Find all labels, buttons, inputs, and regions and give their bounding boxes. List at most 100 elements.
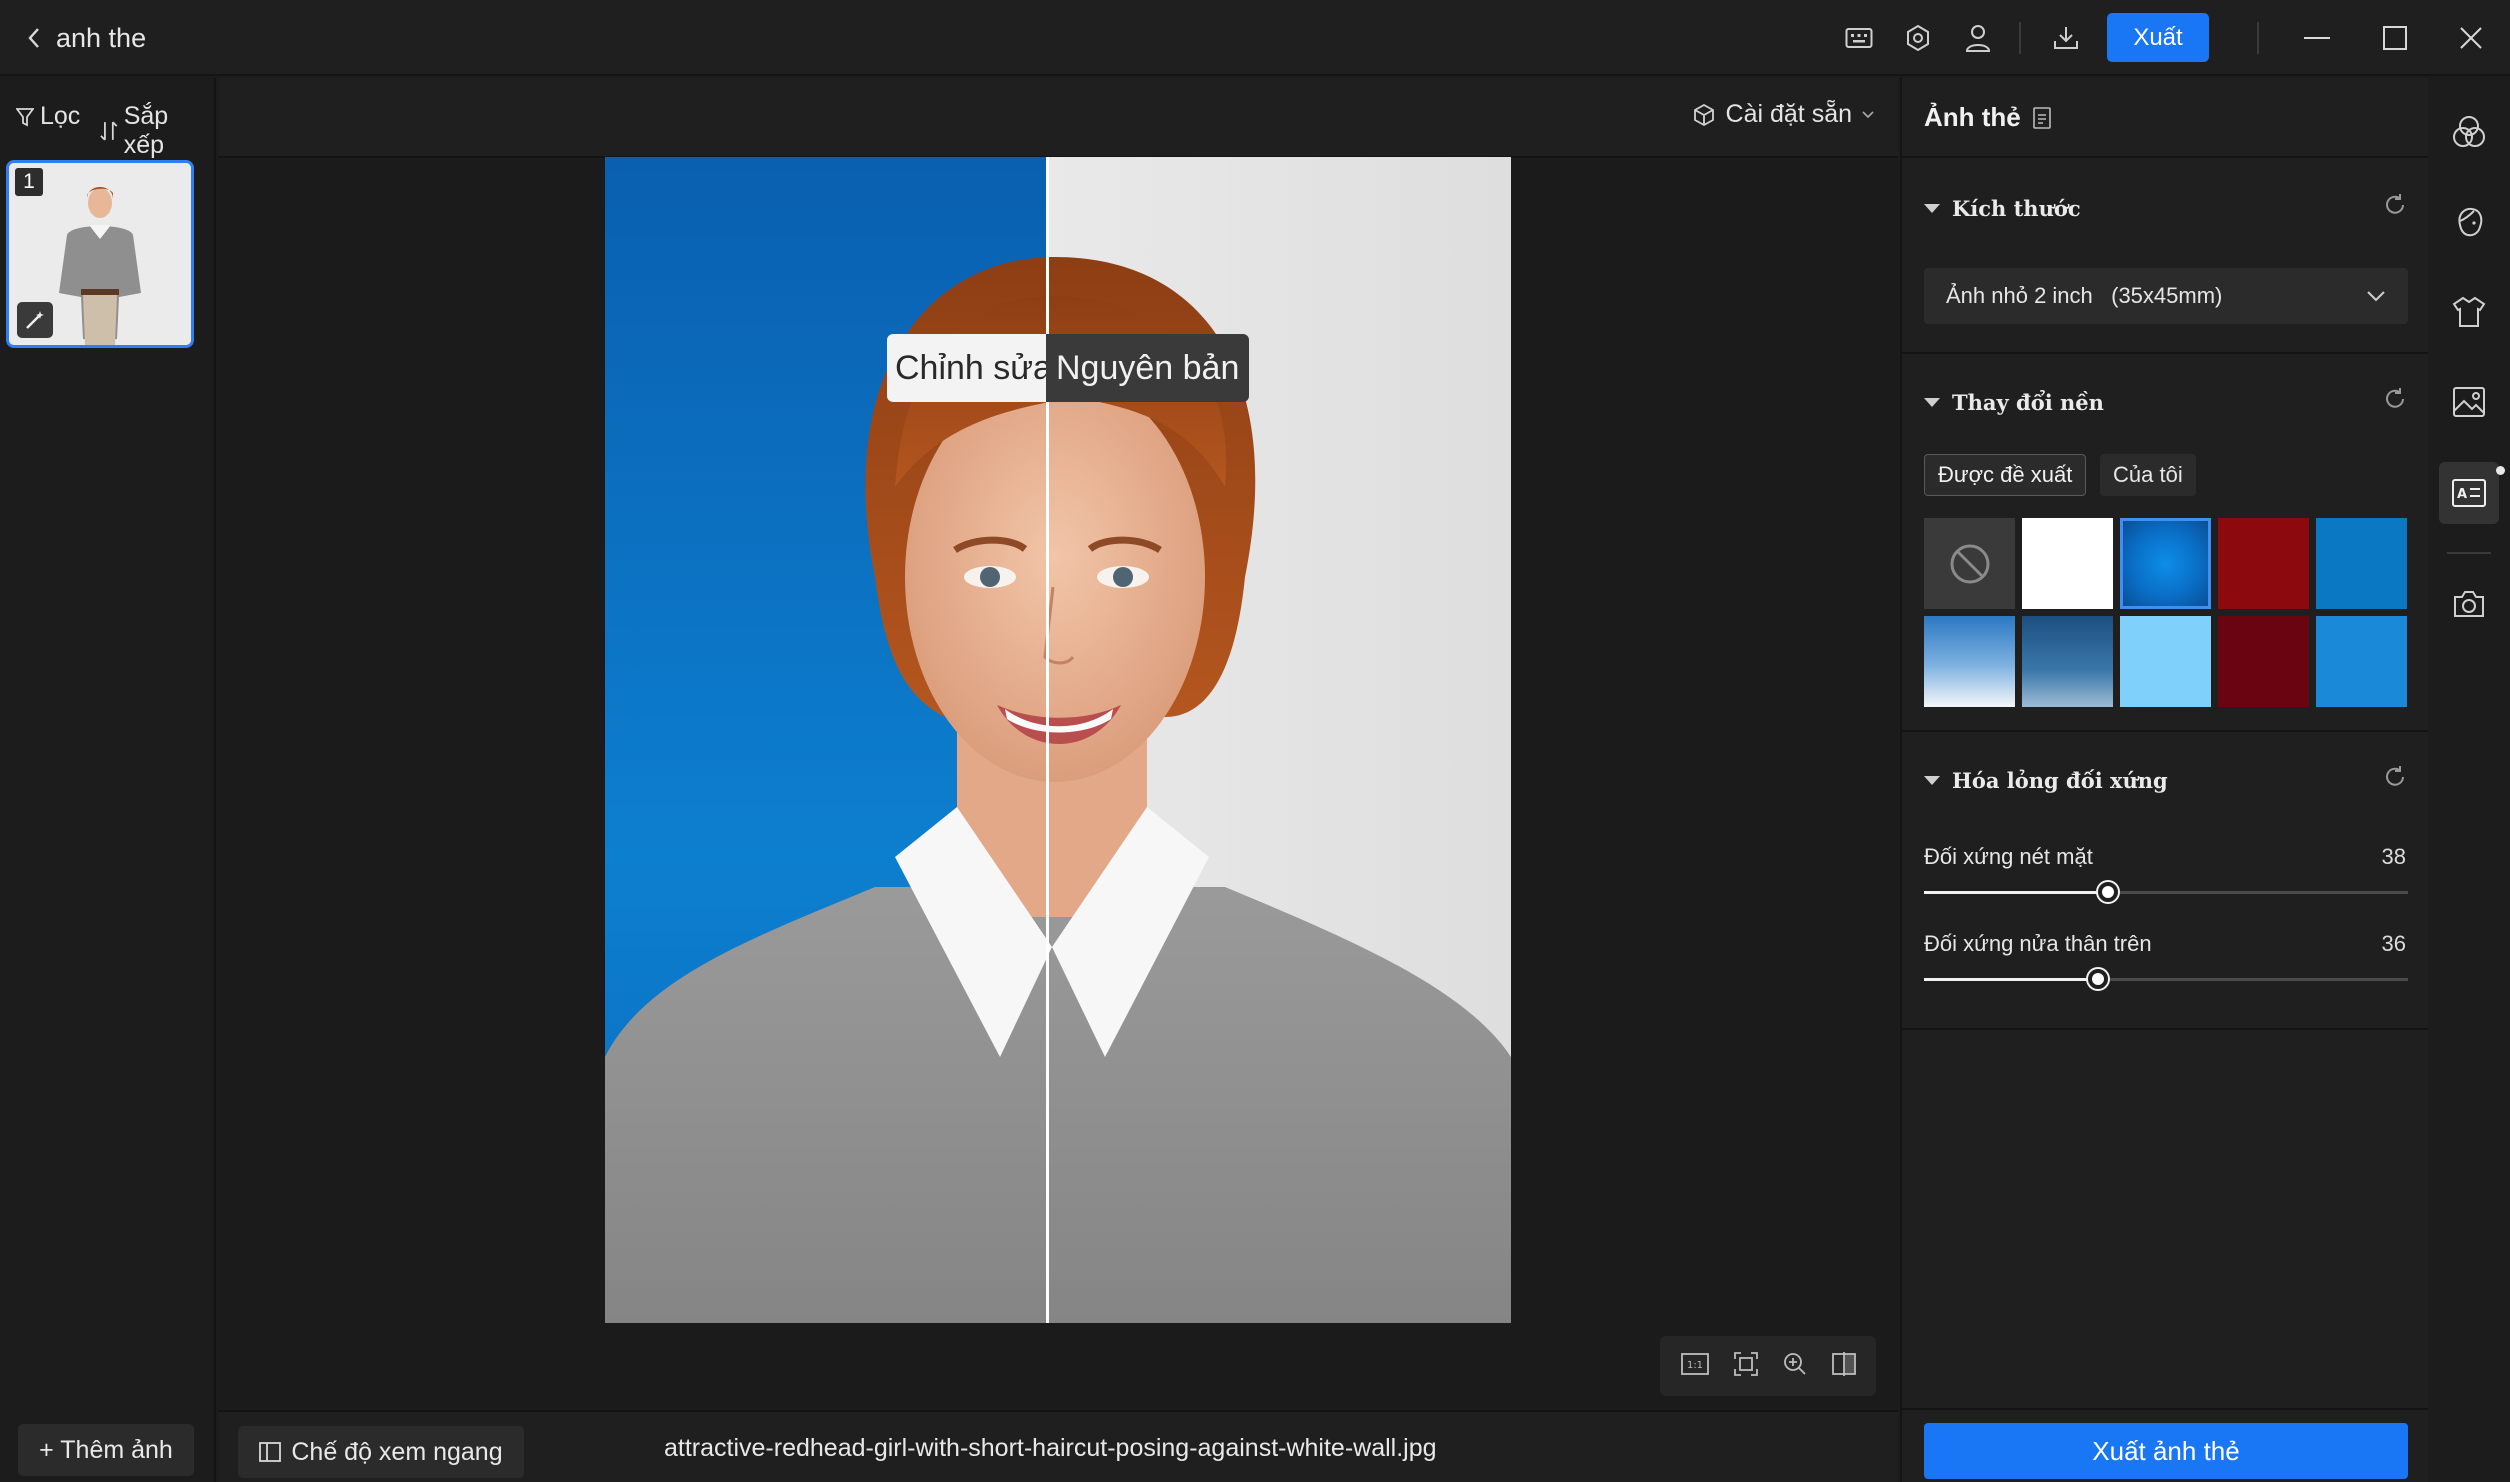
edited-label: Chỉnh sửa — [887, 334, 1060, 402]
upper-body-symmetry-value: 36 — [2381, 931, 2406, 956]
sort-label: Sắp xếp — [123, 102, 169, 159]
swatch-sky-gradient[interactable] — [1924, 616, 2015, 707]
swatch-blue[interactable] — [2316, 518, 2407, 609]
back-button[interactable]: anh the — [26, 18, 146, 58]
preset-label: Cài đặt sẵn — [1725, 100, 1852, 128]
slider-handle[interactable] — [2088, 969, 2108, 989]
caret-down-icon — [1924, 776, 1940, 785]
view-mode-label: Chế độ xem ngang — [291, 1437, 503, 1466]
upper-body-symmetry-slider[interactable] — [1924, 969, 2408, 989]
export-id-photo-button[interactable]: Xuất ảnh thẻ — [1924, 1423, 2408, 1479]
background-heading: Thay đổi nền — [1952, 390, 2104, 415]
sort-button[interactable]: Sắp xếp — [100, 102, 214, 160]
add-photo-button[interactable]: + Thêm ảnh — [18, 1424, 194, 1476]
reset-icon[interactable] — [2382, 192, 2408, 218]
divider — [2447, 552, 2491, 554]
swatch-dark-red[interactable] — [2218, 616, 2309, 707]
reset-icon[interactable] — [2382, 386, 2408, 412]
slider-fill — [1924, 978, 2098, 981]
tool-rail: A — [2428, 78, 2510, 1482]
size-dropdown[interactable]: Ảnh nhỏ 2 inch (35x45mm) — [1924, 268, 2408, 324]
box-icon — [1693, 103, 1714, 126]
swatch-bright-blue[interactable] — [2316, 616, 2407, 707]
divider — [1902, 730, 2430, 732]
chevron-down-icon — [1862, 110, 1874, 118]
face-symmetry-slider[interactable] — [1924, 882, 2408, 902]
project-name: anh the — [56, 22, 147, 53]
chevron-down-icon — [2367, 291, 2385, 302]
symmetry-heading: Hóa lỏng đối xứng — [1952, 768, 2168, 793]
photo-list-panel: Lọc Sắp xếp 1 + Thêm ảnh — [0, 78, 216, 1482]
actual-size-icon[interactable]: 1:1 — [1680, 1352, 1709, 1380]
portrait-photo[interactable] — [605, 157, 1511, 1323]
export-button[interactable]: Xuất — [2107, 13, 2209, 62]
swatch-red[interactable] — [2218, 518, 2309, 609]
size-value: Ảnh nhỏ 2 inch (35x45mm) — [1946, 283, 2223, 308]
file-name: attractive-redhead-girl-with-short-hairc… — [664, 1434, 1437, 1462]
slider-fill — [1924, 891, 2108, 894]
thumbnail-index: 1 — [15, 168, 43, 196]
size-section-header[interactable]: Kích thước — [1924, 196, 2081, 221]
portrait-image — [605, 157, 1511, 1323]
id-card-icon[interactable]: A — [2447, 471, 2491, 515]
panel-title-text: Ảnh thẻ — [1924, 102, 2021, 132]
filter-label: Lọc — [40, 102, 81, 130]
horizontal-view-button[interactable]: Chế độ xem ngang — [238, 1426, 524, 1478]
panel-title: Ảnh thẻ — [1924, 102, 2051, 133]
color-circles-icon[interactable] — [2447, 110, 2491, 154]
divider — [1902, 1028, 2430, 1030]
maximize-icon[interactable] — [2375, 18, 2415, 58]
swatch-blue-radial[interactable] — [2120, 518, 2211, 609]
bottom-bar: Chế độ xem ngang attractive-redhead-girl… — [218, 1410, 1898, 1482]
tab-mine[interactable]: Của tôi — [2100, 454, 2196, 496]
panel-icon — [259, 1442, 282, 1462]
id-photo-panel: Ảnh thẻ Kích thước Ảnh nhỏ 2 inch (35x45… — [1900, 78, 2430, 1482]
swatch-light-blue[interactable] — [2120, 616, 2211, 707]
title-bar: anh the Xuất — [0, 0, 2510, 76]
divider — [1902, 352, 2430, 354]
zoom-in-icon[interactable] — [1783, 1352, 1807, 1381]
caret-down-icon — [1924, 398, 1940, 407]
close-icon[interactable] — [2451, 18, 2491, 58]
user-icon[interactable] — [1958, 18, 1998, 58]
compare-divider[interactable] — [1046, 157, 1049, 1323]
notification-dot — [2496, 466, 2505, 475]
document-icon[interactable] — [2032, 106, 2051, 129]
filter-button[interactable]: Lọc — [16, 102, 80, 131]
divider — [2019, 22, 2021, 54]
camera-icon[interactable] — [2447, 582, 2491, 626]
original-label: Nguyên bản — [1046, 334, 1250, 402]
svg-text:A: A — [2457, 487, 2467, 502]
divider — [1902, 1408, 2430, 1410]
chevron-left-icon — [28, 28, 39, 48]
swatch-none[interactable] — [1924, 518, 2015, 609]
download-icon[interactable] — [2046, 18, 2086, 58]
canvas-toolbar: Cài đặt sẵn — [218, 78, 1898, 158]
keyboard-icon[interactable] — [1839, 18, 1879, 58]
background-section-header[interactable]: Thay đổi nền — [1924, 390, 2104, 415]
minimize-icon[interactable] — [2297, 18, 2337, 58]
no-background-icon — [1950, 544, 1989, 583]
compare-split-icon[interactable] — [1831, 1351, 1856, 1381]
upper-body-symmetry-label: Đối xứng nửa thân trên — [1924, 931, 2152, 956]
settings-icon[interactable] — [1898, 18, 1938, 58]
face-icon[interactable] — [2447, 200, 2491, 244]
tab-recommended[interactable]: Được đề xuất — [1924, 454, 2087, 496]
face-symmetry-value: 38 — [2381, 844, 2406, 869]
filter-icon — [16, 107, 34, 126]
size-heading: Kích thước — [1952, 196, 2081, 221]
swatch-white[interactable] — [2022, 518, 2113, 609]
face-symmetry-label: Đối xứng nét mặt — [1924, 844, 2093, 869]
reset-icon[interactable] — [2382, 764, 2408, 790]
zoom-toolbar: 1:1 — [1660, 1336, 1876, 1396]
shirt-icon[interactable] — [2447, 290, 2491, 334]
slider-handle[interactable] — [2098, 882, 2118, 902]
swatch-steel-gradient[interactable] — [2022, 616, 2113, 707]
preset-dropdown[interactable]: Cài đặt sẵn — [1692, 100, 1874, 129]
photo-thumbnail[interactable]: 1 — [6, 160, 194, 348]
fit-screen-icon[interactable] — [1733, 1351, 1758, 1381]
caret-down-icon — [1924, 204, 1940, 213]
svg-text:1:1: 1:1 — [1686, 1360, 1702, 1371]
symmetry-section-header[interactable]: Hóa lỏng đối xứng — [1924, 768, 2168, 793]
image-icon[interactable] — [2447, 380, 2491, 424]
